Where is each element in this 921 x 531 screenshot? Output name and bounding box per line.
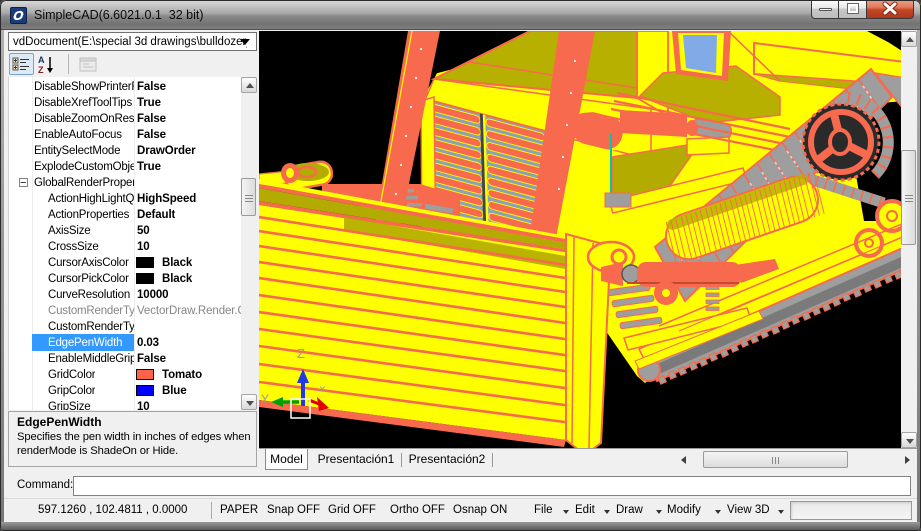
svg-text:Z: Z [297,346,305,361]
svg-text:Z: Z [38,65,44,75]
svg-text:Y: Y [261,392,269,406]
svg-text:A: A [38,55,45,65]
svg-text:×: × [319,382,326,396]
